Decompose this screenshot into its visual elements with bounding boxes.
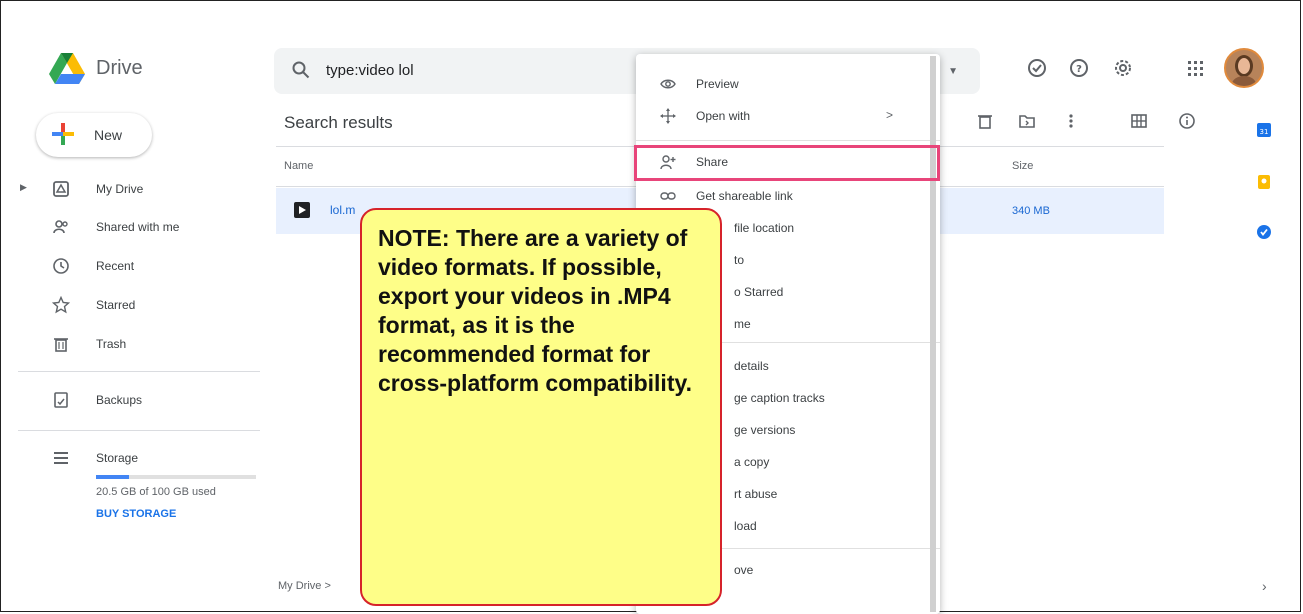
sidebar-item-label: Recent xyxy=(96,259,135,273)
expand-side-panel-icon[interactable]: › xyxy=(1262,578,1267,594)
star-icon xyxy=(52,296,70,314)
menu-scrollbar[interactable] xyxy=(930,56,936,612)
sidebar-item-my-drive[interactable]: ▶ My Drive xyxy=(18,176,258,204)
backup-icon xyxy=(54,392,68,408)
sidebar-item-label: Starred xyxy=(96,298,136,312)
apps-grid-icon[interactable] xyxy=(1184,57,1206,79)
tasks-icon[interactable] xyxy=(1256,224,1272,240)
sidebar-item-backups[interactable]: Backups xyxy=(18,387,258,415)
menu-item-label: ge versions xyxy=(734,423,796,437)
grid-view-icon[interactable] xyxy=(1130,112,1148,130)
breadcrumb[interactable]: My Drive > xyxy=(278,580,331,592)
storage-used-text: 20.5 GB of 100 GB used xyxy=(96,486,216,498)
menu-item-label: ove xyxy=(734,563,754,577)
note-text: NOTE: There are a variety of video forma… xyxy=(378,225,692,396)
search-input[interactable]: type:video lol xyxy=(326,62,414,79)
menu-item-open-with[interactable]: Open with > xyxy=(636,102,940,130)
new-button[interactable]: New xyxy=(36,113,152,157)
file-name[interactable]: lol.m xyxy=(330,203,355,217)
menu-item-label: ge caption tracks xyxy=(734,391,825,405)
help-icon[interactable]: ? xyxy=(1068,57,1090,79)
new-button-label: New xyxy=(94,127,123,143)
sidebar-item-storage[interactable]: Storage xyxy=(18,445,258,473)
storage-progress-bar xyxy=(96,475,256,479)
info-icon[interactable] xyxy=(1178,112,1196,130)
share-highlight-box xyxy=(634,145,940,181)
offline-status-icon[interactable] xyxy=(1026,57,1048,79)
more-options-icon[interactable] xyxy=(1062,112,1080,130)
move-arrows-icon xyxy=(660,108,676,124)
note-callout: NOTE: There are a variety of video forma… xyxy=(360,208,722,606)
sidebar-divider xyxy=(18,430,260,431)
avatar[interactable] xyxy=(1224,48,1264,88)
menu-item-label: Preview xyxy=(696,77,739,91)
file-size: 340 MB xyxy=(1012,205,1050,217)
link-icon xyxy=(660,192,676,200)
clock-icon xyxy=(53,258,69,274)
menu-item-label: load xyxy=(734,519,757,533)
sidebar-item-label: Storage xyxy=(96,451,139,465)
sidebar-item-shared-with-me[interactable]: Shared with me xyxy=(18,214,258,242)
sidebar-divider xyxy=(18,371,260,372)
menu-item-preview[interactable]: Preview xyxy=(636,70,940,98)
sidebar-item-label: Shared with me xyxy=(96,220,180,234)
menu-item-label: me xyxy=(734,317,751,331)
column-header-name[interactable]: Name xyxy=(284,160,313,172)
calendar-icon[interactable]: 31 xyxy=(1256,122,1272,138)
eye-icon xyxy=(660,79,676,89)
drive-logo-icon[interactable] xyxy=(48,52,86,86)
column-header-size[interactable]: Size xyxy=(1012,160,1033,172)
video-file-icon xyxy=(294,202,310,218)
search-icon[interactable] xyxy=(292,61,310,79)
svg-text:31: 31 xyxy=(1260,128,1269,136)
expand-caret-icon[interactable]: ▶ xyxy=(20,182,27,193)
search-options-icon[interactable]: ▼ xyxy=(948,66,958,77)
plus-icon xyxy=(52,123,74,145)
sidebar-item-label: Backups xyxy=(96,393,143,407)
move-to-folder-icon[interactable] xyxy=(1018,112,1036,130)
menu-item-label: file location xyxy=(734,221,795,235)
sidebar-item-starred[interactable]: Starred xyxy=(18,292,258,320)
buy-storage-link[interactable]: BUY STORAGE xyxy=(96,508,176,520)
my-drive-icon xyxy=(53,181,69,197)
sidebar-item-label: Trash xyxy=(96,337,127,351)
menu-item-label: to xyxy=(734,253,745,267)
menu-item-label: rt abuse xyxy=(734,487,778,501)
sidebar-item-trash[interactable]: Trash xyxy=(18,331,258,359)
menu-item-get-shareable-link[interactable]: Get shareable link xyxy=(636,182,940,210)
menu-item-label: o Starred xyxy=(734,285,784,299)
app-name: Drive xyxy=(96,57,143,79)
menu-item-label: a copy xyxy=(734,455,770,469)
page-title: Search results xyxy=(284,113,393,132)
storage-icon xyxy=(54,452,68,464)
trash-icon[interactable] xyxy=(976,112,994,130)
people-icon xyxy=(53,220,68,234)
menu-item-label: Get shareable link xyxy=(696,189,793,203)
gear-icon[interactable] xyxy=(1112,57,1134,79)
menu-item-label: details xyxy=(734,359,769,373)
storage-progress-fill xyxy=(96,475,129,479)
menu-divider xyxy=(636,140,940,141)
avatar-portrait-icon xyxy=(1232,55,1256,86)
svg-text:?: ? xyxy=(1076,64,1082,75)
sidebar-item-recent[interactable]: Recent xyxy=(18,253,258,281)
keep-notes-icon[interactable] xyxy=(1256,174,1272,190)
sidebar-item-label: My Drive xyxy=(96,182,144,196)
trash-icon xyxy=(54,338,68,352)
menu-item-label: Open with xyxy=(696,109,751,123)
submenu-arrow-icon: > xyxy=(886,108,894,122)
